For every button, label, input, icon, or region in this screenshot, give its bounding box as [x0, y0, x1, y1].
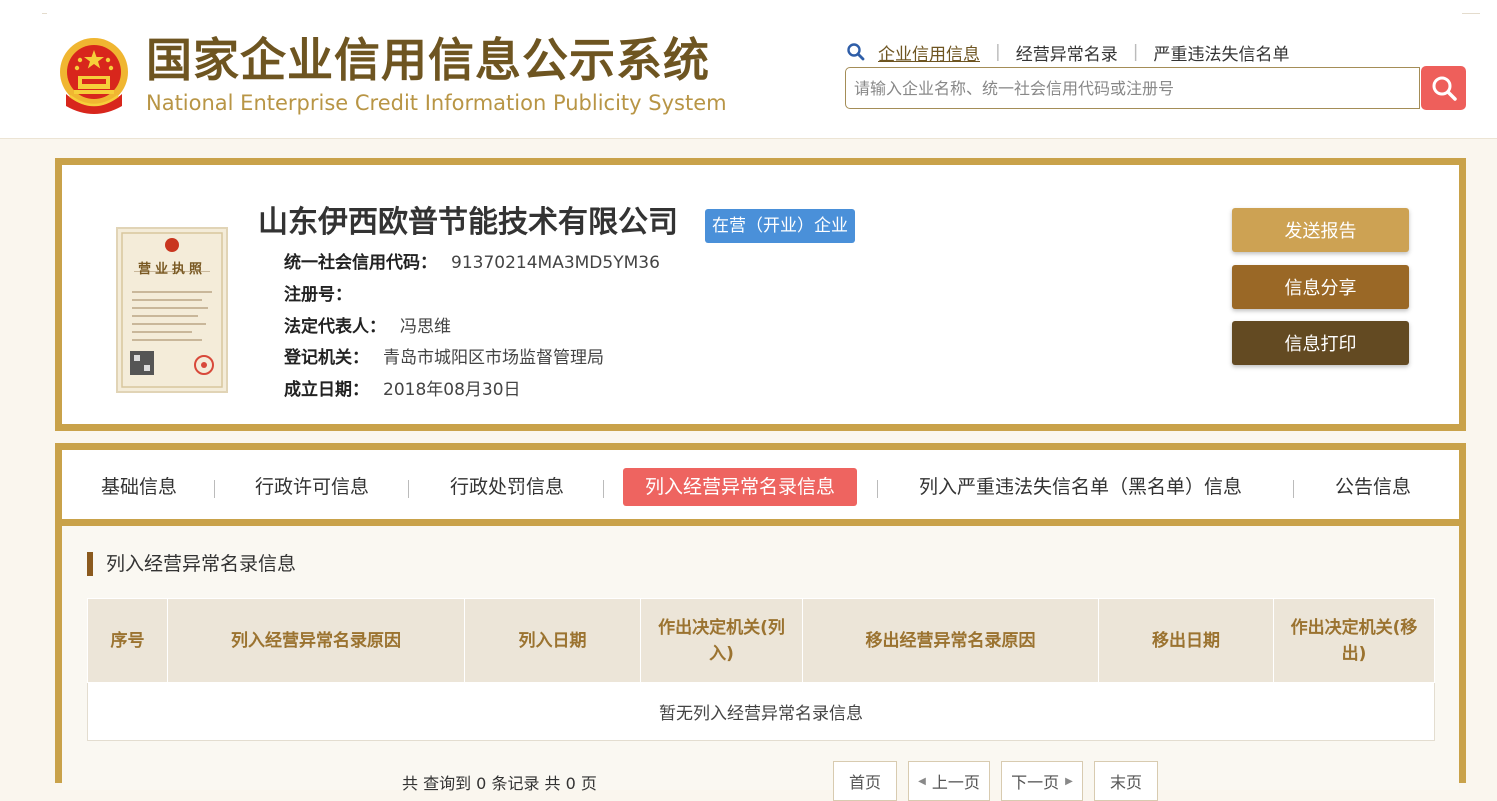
search-box	[845, 67, 1420, 109]
chevron-right-icon: ▶	[1065, 775, 1073, 787]
tab-separator	[1293, 480, 1294, 498]
tab-separator	[214, 480, 215, 498]
search-input[interactable]	[846, 68, 1419, 108]
info-row-credit-code: 统一社会信用代码： 91370214MA3MD5YM36	[284, 251, 660, 275]
print-info-button[interactable]: 信息打印	[1232, 321, 1409, 365]
tab-separator	[603, 480, 604, 498]
nav-link-enterprise-credit[interactable]: 企业信用信息	[878, 40, 980, 65]
nav-link-abnormal-list[interactable]: 经营异常名录	[1016, 40, 1118, 65]
info-value: 91370214MA3MD5YM36	[451, 253, 660, 273]
prev-page-button[interactable]: ◀ 上一页	[908, 761, 990, 801]
last-page-button[interactable]: 末页	[1094, 761, 1158, 801]
next-page-button[interactable]: 下一页 ▶	[1001, 761, 1083, 801]
tab-announcements[interactable]: 公告信息	[1325, 468, 1421, 506]
info-label: 法定代表人：	[284, 317, 386, 337]
nav-link-blacklist[interactable]: 严重违法失信名单	[1153, 40, 1289, 65]
info-row-establishment-date: 成立日期： 2018年08月30日	[284, 378, 521, 402]
tab-abnormal-operations[interactable]: 列入经营异常名录信息	[623, 468, 858, 506]
nav-separator: |	[1132, 42, 1139, 62]
info-row-registration-number: 注册号：	[284, 283, 366, 307]
column-header: 作出决定机关(移出)	[1273, 598, 1435, 683]
info-label: 统一社会信用代码：	[284, 253, 437, 273]
column-header: 作出决定机关(列入)	[640, 598, 803, 683]
site-header: 国家企业信用信息公示系统 National Enterprise Credit …	[0, 0, 1497, 139]
company-card: 营业执照 山东伊西欧普节能技术有限公司 在营（开业）企业 统一社会信用代码： 91…	[55, 158, 1466, 431]
share-info-button[interactable]: 信息分享	[1232, 265, 1409, 309]
pager-summary: 共 查询到 0 条记录 共 0 页	[402, 774, 597, 793]
empty-message: 暂无列入经营异常名录信息	[87, 682, 1435, 741]
header-rule-right	[1462, 13, 1480, 14]
column-header: 移出日期	[1098, 598, 1274, 683]
prev-page-label: 上一页	[931, 773, 980, 792]
first-page-button[interactable]: 首页	[833, 761, 897, 801]
column-header: 列入日期	[464, 598, 641, 683]
table-row: 暂无列入经营异常名录信息	[87, 682, 1435, 741]
business-license-image[interactable]: 营业执照	[116, 227, 228, 393]
send-report-button[interactable]: 发送报告	[1232, 208, 1409, 252]
search-icon	[1432, 76, 1457, 101]
tab-basic-info[interactable]: 基础信息	[91, 468, 187, 506]
nav-separator: |	[995, 42, 1001, 62]
column-header: 列入经营异常名录原因	[167, 598, 465, 683]
records-table: 序号 列入经营异常名录原因 列入日期 作出决定机关(列入) 移出经营异常名录原因…	[87, 598, 1435, 741]
column-header: 移出经营异常名录原因	[802, 598, 1099, 683]
top-nav: 企业信用信息 | 经营异常名录 | 严重违法失信名单	[846, 40, 1289, 65]
next-page-label: 下一页	[1011, 773, 1060, 792]
tab-separator	[408, 480, 409, 498]
info-row-registration-authority: 登记机关： 青岛市城阳区市场监督管理局	[284, 346, 604, 370]
info-label: 成立日期：	[284, 380, 369, 400]
status-badge: 在营（开业）企业	[705, 209, 855, 243]
magnifier-icon	[847, 43, 865, 61]
company-name: 山东伊西欧普节能技术有限公司	[258, 205, 678, 240]
info-label: 登记机关：	[284, 348, 369, 368]
info-label: 注册号：	[284, 285, 352, 305]
business-license-illustration	[121, 232, 223, 388]
search-button[interactable]	[1421, 66, 1466, 110]
tab-bar: 基础信息 行政许可信息 行政处罚信息 列入经营异常名录信息 列入严重违法失信名单…	[62, 450, 1459, 526]
info-tabs-panel: 基础信息 行政许可信息 行政处罚信息 列入经营异常名录信息 列入严重违法失信名单…	[55, 443, 1466, 801]
site-logo-cn: 国家企业信用信息公示系统	[146, 33, 710, 87]
info-value: 2018年08月30日	[383, 380, 521, 400]
chevron-left-icon: ◀	[918, 775, 926, 787]
tab-admin-penalty[interactable]: 行政处罚信息	[440, 468, 574, 506]
info-row-legal-representative: 法定代表人： 冯思维	[284, 315, 451, 339]
abnormal-operations-section: 列入经营异常名录信息 序号 列入经营异常名录原因 列入日期 作出决定机关(列入)…	[62, 526, 1459, 801]
tab-blacklist[interactable]: 列入严重违法失信名单（黑名单）信息	[909, 468, 1252, 506]
site-logo-en: National Enterprise Credit Information P…	[146, 91, 727, 115]
national-emblem-icon	[60, 38, 128, 114]
section-title: 列入经营异常名录信息	[87, 552, 296, 576]
column-header: 序号	[87, 598, 168, 683]
info-value: 青岛市城阳区市场监督管理局	[383, 348, 604, 368]
tab-admin-license[interactable]: 行政许可信息	[245, 468, 379, 506]
license-title: 营业执照	[137, 262, 206, 277]
header-rule-left	[42, 13, 47, 14]
tab-separator	[877, 480, 878, 498]
info-value: 冯思维	[400, 317, 451, 337]
table-header-row: 序号 列入经营异常名录原因 列入日期 作出决定机关(列入) 移出经营异常名录原因…	[87, 598, 1435, 683]
